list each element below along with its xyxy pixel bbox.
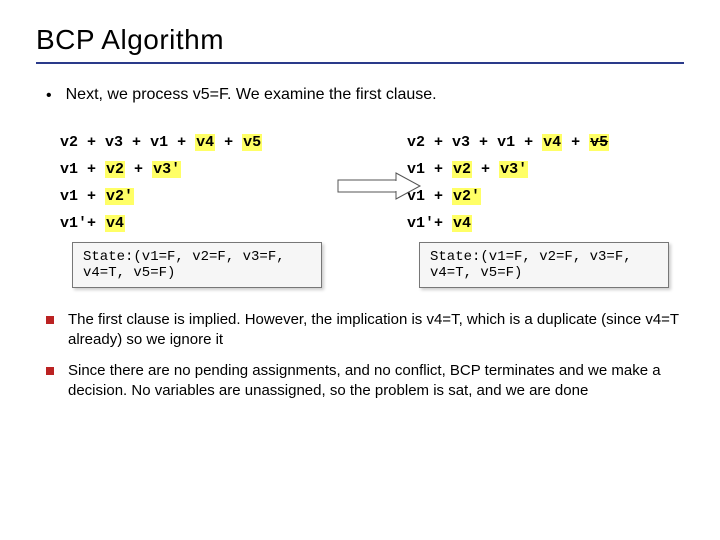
note-1-text: The first clause is implied. However, th…	[68, 310, 684, 351]
right-clause-3: v1 + v2'	[407, 188, 684, 205]
left-column: v2 + v3 + v1 + v4 + v5 v1 + v2 + v3' v1 …	[60, 134, 337, 288]
hl-v3p: v3'	[152, 161, 181, 178]
hl-v2p: v2'	[105, 188, 134, 205]
hl-v2r: v2	[452, 161, 472, 178]
hl-v3pr: v3'	[499, 161, 528, 178]
hl-v2: v2	[105, 161, 125, 178]
right-clause-1: v2 + v3 + v1 + v4 + v5	[407, 134, 684, 151]
hl-v5: v5	[242, 134, 262, 151]
left-state-box: State:(v1=F, v2=F, v3=F, v4=T, v5=F)	[72, 242, 322, 288]
hl-v4: v4	[195, 134, 215, 151]
arrow-icon	[336, 168, 422, 204]
square-bullet-icon	[46, 367, 54, 375]
hl-v4r: v4	[542, 134, 562, 151]
square-bullet-icon	[46, 316, 54, 324]
slide-title: BCP Algorithm	[36, 24, 684, 56]
right-clause-2: v1 + v2 + v3'	[407, 161, 684, 178]
left-clause-1: v2 + v3 + v1 + v4 + v5	[60, 134, 337, 151]
hl-v4b: v4	[105, 215, 125, 232]
right-clause-4: v1'+ v4	[407, 215, 684, 232]
intro-bullet: • Next, we process v5=F. We examine the …	[36, 86, 684, 106]
note-1: The first clause is implied. However, th…	[36, 310, 684, 351]
title-divider	[36, 62, 684, 64]
note-2-text: Since there are no pending assignments, …	[68, 361, 684, 402]
intro-text: Next, we process v5=F. We examine the fi…	[66, 86, 437, 104]
right-state-box: State:(v1=F, v2=F, v3=F, v4=T, v5=F)	[419, 242, 669, 288]
left-clause-2: v1 + v2 + v3'	[60, 161, 337, 178]
left-clause-3: v1 + v2'	[60, 188, 337, 205]
hl-v2pr: v2'	[452, 188, 481, 205]
hl-v4br: v4	[452, 215, 472, 232]
xd-v5r: v5	[589, 134, 609, 151]
note-2: Since there are no pending assignments, …	[36, 361, 684, 402]
left-clause-4: v1'+ v4	[60, 215, 337, 232]
disc-bullet-icon: •	[46, 86, 52, 106]
clause-columns: v2 + v3 + v1 + v4 + v5 v1 + v2 + v3' v1 …	[36, 134, 684, 288]
right-column: v2 + v3 + v1 + v4 + v5 v1 + v2 + v3' v1 …	[407, 134, 684, 288]
